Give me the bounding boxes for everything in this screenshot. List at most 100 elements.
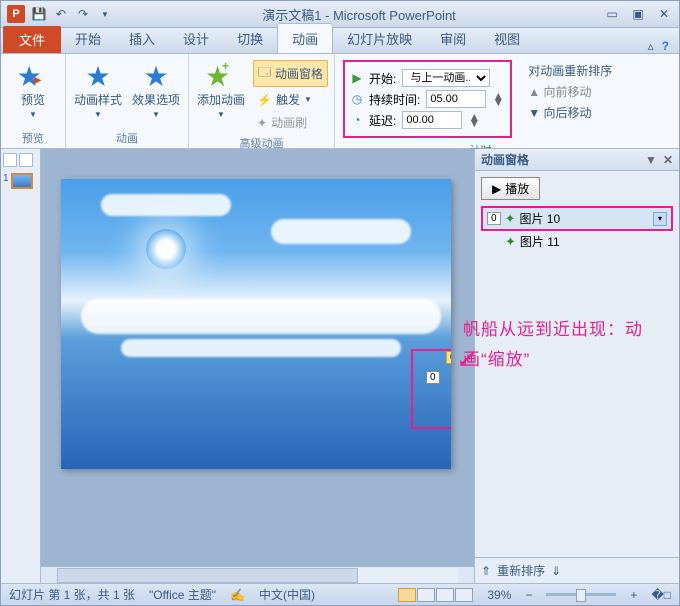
horizontal-scrollbar[interactable] <box>41 566 474 583</box>
sorter-view-icon[interactable] <box>417 588 435 602</box>
slides-tab-icon[interactable] <box>3 153 17 167</box>
annotation-text: 帆船从远到近出现：动画“缩放” <box>463 315 643 375</box>
workspace: 1 0 0 帆船从远到近出现：动画“缩放 <box>1 149 679 583</box>
duration-spinner[interactable]: ▲▼ <box>492 93 504 105</box>
preview-button[interactable]: ★▶ 预览▼ <box>7 58 59 121</box>
slide-canvas-area[interactable]: 0 0 <box>41 149 474 583</box>
save-icon[interactable]: 💾 <box>29 4 49 24</box>
qat-dropdown-icon[interactable]: ▼ <box>95 4 115 24</box>
timing-highlight-box: ▶ 开始: 与上一动画... ◷ 持续时间: ▲▼ ◔ 延迟: ▲▼ <box>343 60 512 138</box>
group-advanced: ★+ 添加动画 ▼ 🗔动画窗格 ⚡触发 ▼ ✦动画刷 高级动画 <box>189 54 335 148</box>
app-icon: P <box>7 5 25 23</box>
tab-help-area: ▵ ? <box>648 39 679 53</box>
duration-clock-icon: ◷ <box>351 92 363 106</box>
move-backward-button[interactable]: ▼ 向后移动 <box>528 104 612 121</box>
play-button[interactable]: ▶ 播放 <box>481 177 540 200</box>
style-star-icon: ★ <box>82 60 114 92</box>
effect-icon: ✦ <box>505 211 516 227</box>
reorder-title: 对动画重新排序 <box>528 62 612 79</box>
pane-close-icon[interactable]: ✕ <box>663 153 673 167</box>
animation-style-button[interactable]: ★ 动画样式 ▼ <box>72 58 124 121</box>
effect-options-button[interactable]: ★ 效果选项 ▼ <box>130 58 182 121</box>
ribbon-minimize-icon[interactable]: ▵ <box>648 39 654 53</box>
normal-view-icon[interactable] <box>398 588 416 602</box>
minimize-icon[interactable]: ▭ <box>603 5 621 23</box>
pane-dropdown-icon[interactable]: ▼ <box>645 153 657 167</box>
trigger-icon: ⚡ <box>257 93 272 107</box>
window-title: 演示文稿1 - Microsoft PowerPoint <box>115 5 603 24</box>
tab-animations[interactable]: 动画 <box>277 23 333 53</box>
item-dropdown-icon[interactable]: ▾ <box>653 212 667 226</box>
reorder-panel: 对动画重新排序 ▲ 向前移动 ▼ 向后移动 <box>520 58 620 125</box>
theme-indicator: "Office 主题" <box>149 586 216 603</box>
delay-input[interactable] <box>402 111 462 129</box>
outline-tab-icon[interactable] <box>19 153 33 167</box>
tab-slideshow[interactable]: 幻灯片放映 <box>333 24 426 53</box>
tab-transitions[interactable]: 切换 <box>223 24 277 53</box>
thumb-preview <box>11 173 33 189</box>
start-select[interactable]: 与上一动画... <box>402 69 490 87</box>
slideshow-view-icon[interactable] <box>455 588 473 602</box>
tab-file[interactable]: 文件 <box>3 26 61 53</box>
zoom-in-icon[interactable]: + <box>630 588 637 602</box>
slide[interactable]: 0 0 <box>61 179 451 469</box>
zoom-slider[interactable] <box>546 593 616 596</box>
add-animation-button[interactable]: ★+ 添加动画 ▼ <box>195 58 247 121</box>
cloud-graphic <box>101 194 231 216</box>
tab-review[interactable]: 审阅 <box>426 24 480 53</box>
thumbnail-panel: 1 <box>1 149 41 583</box>
tab-home[interactable]: 开始 <box>61 24 115 53</box>
zoom-level[interactable]: 39% <box>487 588 511 602</box>
help-icon[interactable]: ? <box>662 39 669 53</box>
sun-graphic <box>146 229 186 269</box>
reading-view-icon[interactable] <box>436 588 454 602</box>
group-preview: ★▶ 预览▼ 预览 <box>1 54 66 148</box>
animation-tag-1[interactable]: 0 <box>426 371 440 384</box>
window-controls: ▭ ▣ ✕ <box>603 5 673 23</box>
animation-tag-0[interactable]: 0 <box>446 351 451 364</box>
spellcheck-icon[interactable]: ✍ <box>230 588 245 602</box>
group-timing: ▶ 开始: 与上一动画... ◷ 持续时间: ▲▼ ◔ 延迟: ▲▼ <box>335 54 626 148</box>
duration-input[interactable] <box>426 90 486 108</box>
cloud-graphic <box>121 339 401 357</box>
tab-view[interactable]: 视图 <box>480 24 534 53</box>
reorder-down-icon[interactable]: ⇓ <box>551 564 561 578</box>
cloud-graphic <box>81 299 441 334</box>
zoom-out-icon[interactable]: − <box>525 588 532 602</box>
redo-icon[interactable]: ↷ <box>73 4 93 24</box>
language-indicator[interactable]: 中文(中国) <box>259 586 315 603</box>
item-name: 图片 10 <box>519 210 560 227</box>
painter-icon: ✦ <box>257 116 267 130</box>
ribbon: ★▶ 预览▼ 预览 ★ 动画样式 ▼ ★ 效果选项 ▼ 动画 <box>1 54 679 149</box>
tab-design[interactable]: 设计 <box>169 24 223 53</box>
animation-item-selected[interactable]: 0 ✦ 图片 10 ▾ <box>481 206 673 231</box>
start-play-icon: ▶ <box>351 71 363 85</box>
delay-label: 延迟: <box>369 112 396 129</box>
undo-icon[interactable]: ↶ <box>51 4 71 24</box>
delay-spinner[interactable]: ▲▼ <box>468 114 480 126</box>
animation-pane-button[interactable]: 🗔动画窗格 <box>253 60 328 87</box>
slide-thumbnail[interactable]: 1 <box>3 173 38 189</box>
trigger-button[interactable]: ⚡触发 ▼ <box>253 89 328 110</box>
ribbon-tabs: 文件 开始 插入 设计 切换 动画 幻灯片放映 审阅 视图 ▵ ? <box>1 28 679 54</box>
slide-indicator: 幻灯片 第 1 张，共 1 张 <box>9 586 135 603</box>
app-window: P 💾 ↶ ↷ ▼ 演示文稿1 - Microsoft PowerPoint ▭… <box>0 0 680 606</box>
effect-icon: ✦ <box>505 234 516 250</box>
view-buttons <box>398 588 473 602</box>
thumb-number: 1 <box>3 173 9 184</box>
cloud-graphic <box>271 219 411 244</box>
pane-footer: ⇑ 重新排序 ⇓ <box>475 557 679 583</box>
item-number: 0 <box>487 212 501 225</box>
group-animation-label: 动画 <box>72 128 182 148</box>
fit-window-icon[interactable]: �□ <box>651 588 671 602</box>
statusbar: 幻灯片 第 1 张，共 1 张 "Office 主题" ✍ 中文(中国) 39%… <box>1 583 679 605</box>
animation-item[interactable]: ✦ 图片 11 <box>481 231 673 252</box>
options-star-icon: ★ <box>140 60 172 92</box>
maximize-icon[interactable]: ▣ <box>629 5 647 23</box>
animation-painter-button[interactable]: ✦动画刷 <box>253 112 328 133</box>
pane-header: 动画窗格 ▼ ✕ <box>475 149 679 171</box>
reorder-up-icon[interactable]: ⇑ <box>481 564 491 578</box>
item-name: 图片 11 <box>520 233 560 250</box>
tab-insert[interactable]: 插入 <box>115 24 169 53</box>
close-icon[interactable]: ✕ <box>655 5 673 23</box>
